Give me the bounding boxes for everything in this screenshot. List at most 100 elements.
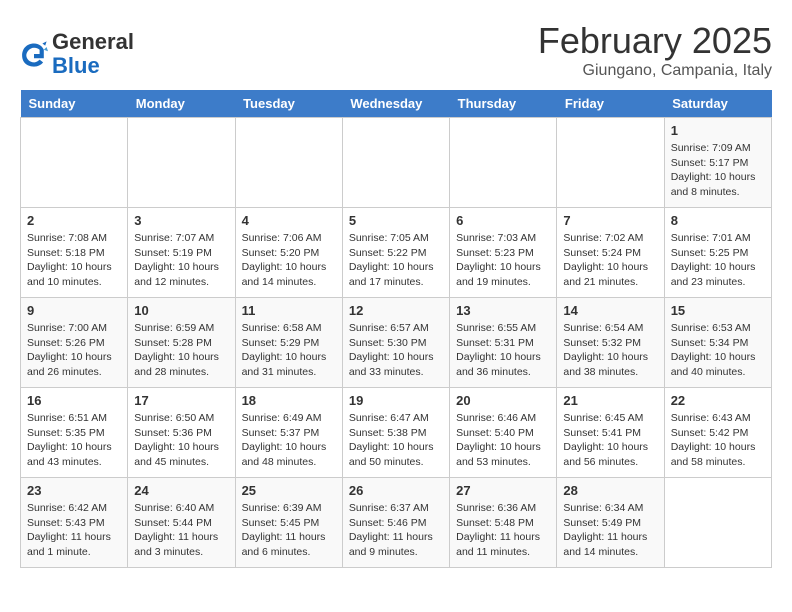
- header-day-sunday: Sunday: [21, 90, 128, 118]
- day-number: 7: [563, 213, 657, 228]
- day-info: Sunrise: 6:59 AM Sunset: 5:28 PM Dayligh…: [134, 321, 228, 380]
- day-info: Sunrise: 6:37 AM Sunset: 5:46 PM Dayligh…: [349, 501, 443, 560]
- calendar-cell: 24 Sunrise: 6:40 AM Sunset: 5:44 PM Dayli…: [128, 478, 235, 568]
- day-number: 9: [27, 303, 121, 318]
- header-day-monday: Monday: [128, 90, 235, 118]
- calendar-cell: [21, 118, 128, 208]
- calendar-cell: 9 Sunrise: 7:00 AM Sunset: 5:26 PM Daylig…: [21, 298, 128, 388]
- day-info: Sunrise: 6:55 AM Sunset: 5:31 PM Dayligh…: [456, 321, 550, 380]
- day-number: 8: [671, 213, 765, 228]
- day-number: 22: [671, 393, 765, 408]
- calendar-cell: 7 Sunrise: 7:02 AM Sunset: 5:24 PM Daylig…: [557, 208, 664, 298]
- header-day-friday: Friday: [557, 90, 664, 118]
- day-info: Sunrise: 6:49 AM Sunset: 5:37 PM Dayligh…: [242, 411, 336, 470]
- calendar-cell: 23Sunrise: 6:42 AM Sunset: 5:43 PM Dayli…: [21, 478, 128, 568]
- day-number: 12: [349, 303, 443, 318]
- calendar-cell: 22 Sunrise: 6:43 AM Sunset: 5:42 PM Dayli…: [664, 388, 771, 478]
- day-info: Sunrise: 6:47 AM Sunset: 5:38 PM Dayligh…: [349, 411, 443, 470]
- calendar-cell: 18 Sunrise: 6:49 AM Sunset: 5:37 PM Dayli…: [235, 388, 342, 478]
- week-row-4: 23Sunrise: 6:42 AM Sunset: 5:43 PM Dayli…: [21, 478, 772, 568]
- day-info: Sunrise: 6:36 AM Sunset: 5:48 PM Dayligh…: [456, 501, 550, 560]
- week-row-3: 16 Sunrise: 6:51 AM Sunset: 5:35 PM Dayli…: [21, 388, 772, 478]
- day-number: 16: [27, 393, 121, 408]
- header-day-thursday: Thursday: [450, 90, 557, 118]
- day-number: 3: [134, 213, 228, 228]
- day-number: 27: [456, 483, 550, 498]
- calendar-cell: 28 Sunrise: 6:34 AM Sunset: 5:49 PM Dayli…: [557, 478, 664, 568]
- calendar-cell: 6 Sunrise: 7:03 AM Sunset: 5:23 PM Daylig…: [450, 208, 557, 298]
- day-info: Sunrise: 7:07 AM Sunset: 5:19 PM Dayligh…: [134, 231, 228, 290]
- day-number: 10: [134, 303, 228, 318]
- day-number: 20: [456, 393, 550, 408]
- day-number: 13: [456, 303, 550, 318]
- day-info: Sunrise: 6:43 AM Sunset: 5:42 PM Dayligh…: [671, 411, 765, 470]
- day-info: Sunrise: 7:08 AM Sunset: 5:18 PM Dayligh…: [27, 231, 121, 290]
- calendar-cell: 26 Sunrise: 6:37 AM Sunset: 5:46 PM Dayli…: [342, 478, 449, 568]
- calendar-cell: 5Sunrise: 7:05 AM Sunset: 5:22 PM Daylig…: [342, 208, 449, 298]
- calendar-cell: 25Sunrise: 6:39 AM Sunset: 5:45 PM Dayli…: [235, 478, 342, 568]
- header-day-wednesday: Wednesday: [342, 90, 449, 118]
- logo-general-text: General: [52, 29, 134, 54]
- day-info: Sunrise: 6:42 AM Sunset: 5:43 PM Dayligh…: [27, 501, 121, 560]
- day-info: Sunrise: 7:03 AM Sunset: 5:23 PM Dayligh…: [456, 231, 550, 290]
- calendar-cell: 19 Sunrise: 6:47 AM Sunset: 5:38 PM Dayli…: [342, 388, 449, 478]
- day-info: Sunrise: 7:06 AM Sunset: 5:20 PM Dayligh…: [242, 231, 336, 290]
- calendar-cell: 20Sunrise: 6:46 AM Sunset: 5:40 PM Dayli…: [450, 388, 557, 478]
- calendar-cell: 4 Sunrise: 7:06 AM Sunset: 5:20 PM Daylig…: [235, 208, 342, 298]
- day-number: 4: [242, 213, 336, 228]
- day-info: Sunrise: 6:40 AM Sunset: 5:44 PM Dayligh…: [134, 501, 228, 560]
- week-row-0: 1 Sunrise: 7:09 AM Sunset: 5:17 PM Daylig…: [21, 118, 772, 208]
- logo-blue-text: Blue: [52, 53, 100, 78]
- calendar-cell: 21 Sunrise: 6:45 AM Sunset: 5:41 PM Dayli…: [557, 388, 664, 478]
- calendar-cell: 12 Sunrise: 6:57 AM Sunset: 5:30 PM Dayli…: [342, 298, 449, 388]
- calendar-cell: [557, 118, 664, 208]
- day-number: 6: [456, 213, 550, 228]
- calendar-cell: 15 Sunrise: 6:53 AM Sunset: 5:34 PM Dayli…: [664, 298, 771, 388]
- day-info: Sunrise: 6:51 AM Sunset: 5:35 PM Dayligh…: [27, 411, 121, 470]
- day-number: 21: [563, 393, 657, 408]
- day-number: 11: [242, 303, 336, 318]
- day-number: 5: [349, 213, 443, 228]
- calendar-title: February 2025: [538, 20, 772, 62]
- calendar-cell: 16 Sunrise: 6:51 AM Sunset: 5:35 PM Dayli…: [21, 388, 128, 478]
- week-row-1: 2 Sunrise: 7:08 AM Sunset: 5:18 PM Daylig…: [21, 208, 772, 298]
- calendar-cell: 27 Sunrise: 6:36 AM Sunset: 5:48 PM Dayli…: [450, 478, 557, 568]
- day-info: Sunrise: 7:01 AM Sunset: 5:25 PM Dayligh…: [671, 231, 765, 290]
- day-number: 15: [671, 303, 765, 318]
- day-number: 24: [134, 483, 228, 498]
- calendar-cell: 1 Sunrise: 7:09 AM Sunset: 5:17 PM Daylig…: [664, 118, 771, 208]
- day-info: Sunrise: 6:50 AM Sunset: 5:36 PM Dayligh…: [134, 411, 228, 470]
- calendar-cell: 17 Sunrise: 6:50 AM Sunset: 5:36 PM Dayli…: [128, 388, 235, 478]
- day-number: 26: [349, 483, 443, 498]
- day-info: Sunrise: 6:58 AM Sunset: 5:29 PM Dayligh…: [242, 321, 336, 380]
- day-info: Sunrise: 6:57 AM Sunset: 5:30 PM Dayligh…: [349, 321, 443, 380]
- day-info: Sunrise: 7:02 AM Sunset: 5:24 PM Dayligh…: [563, 231, 657, 290]
- header-day-tuesday: Tuesday: [235, 90, 342, 118]
- day-number: 18: [242, 393, 336, 408]
- calendar-table: SundayMondayTuesdayWednesdayThursdayFrid…: [20, 90, 772, 568]
- calendar-header: SundayMondayTuesdayWednesdayThursdayFrid…: [21, 90, 772, 118]
- day-info: Sunrise: 6:39 AM Sunset: 5:45 PM Dayligh…: [242, 501, 336, 560]
- calendar-subtitle: Giungano, Campania, Italy: [538, 62, 772, 80]
- day-info: Sunrise: 7:09 AM Sunset: 5:17 PM Dayligh…: [671, 141, 765, 200]
- logo: General Blue: [20, 30, 134, 78]
- header-day-saturday: Saturday: [664, 90, 771, 118]
- title-block: February 2025 Giungano, Campania, Italy: [538, 20, 772, 80]
- day-info: Sunrise: 6:53 AM Sunset: 5:34 PM Dayligh…: [671, 321, 765, 380]
- day-info: Sunrise: 6:34 AM Sunset: 5:49 PM Dayligh…: [563, 501, 657, 560]
- day-number: 2: [27, 213, 121, 228]
- day-number: 28: [563, 483, 657, 498]
- calendar-cell: [450, 118, 557, 208]
- day-number: 1: [671, 123, 765, 138]
- calendar-cell: 14Sunrise: 6:54 AM Sunset: 5:32 PM Dayli…: [557, 298, 664, 388]
- calendar-cell: 13 Sunrise: 6:55 AM Sunset: 5:31 PM Dayli…: [450, 298, 557, 388]
- day-number: 17: [134, 393, 228, 408]
- day-info: Sunrise: 7:00 AM Sunset: 5:26 PM Dayligh…: [27, 321, 121, 380]
- day-info: Sunrise: 6:45 AM Sunset: 5:41 PM Dayligh…: [563, 411, 657, 470]
- calendar-cell: 2 Sunrise: 7:08 AM Sunset: 5:18 PM Daylig…: [21, 208, 128, 298]
- day-number: 19: [349, 393, 443, 408]
- calendar-cell: 11 Sunrise: 6:58 AM Sunset: 5:29 PM Dayli…: [235, 298, 342, 388]
- calendar-cell: 10 Sunrise: 6:59 AM Sunset: 5:28 PM Dayli…: [128, 298, 235, 388]
- day-number: 14: [563, 303, 657, 318]
- general-blue-icon: [20, 40, 48, 68]
